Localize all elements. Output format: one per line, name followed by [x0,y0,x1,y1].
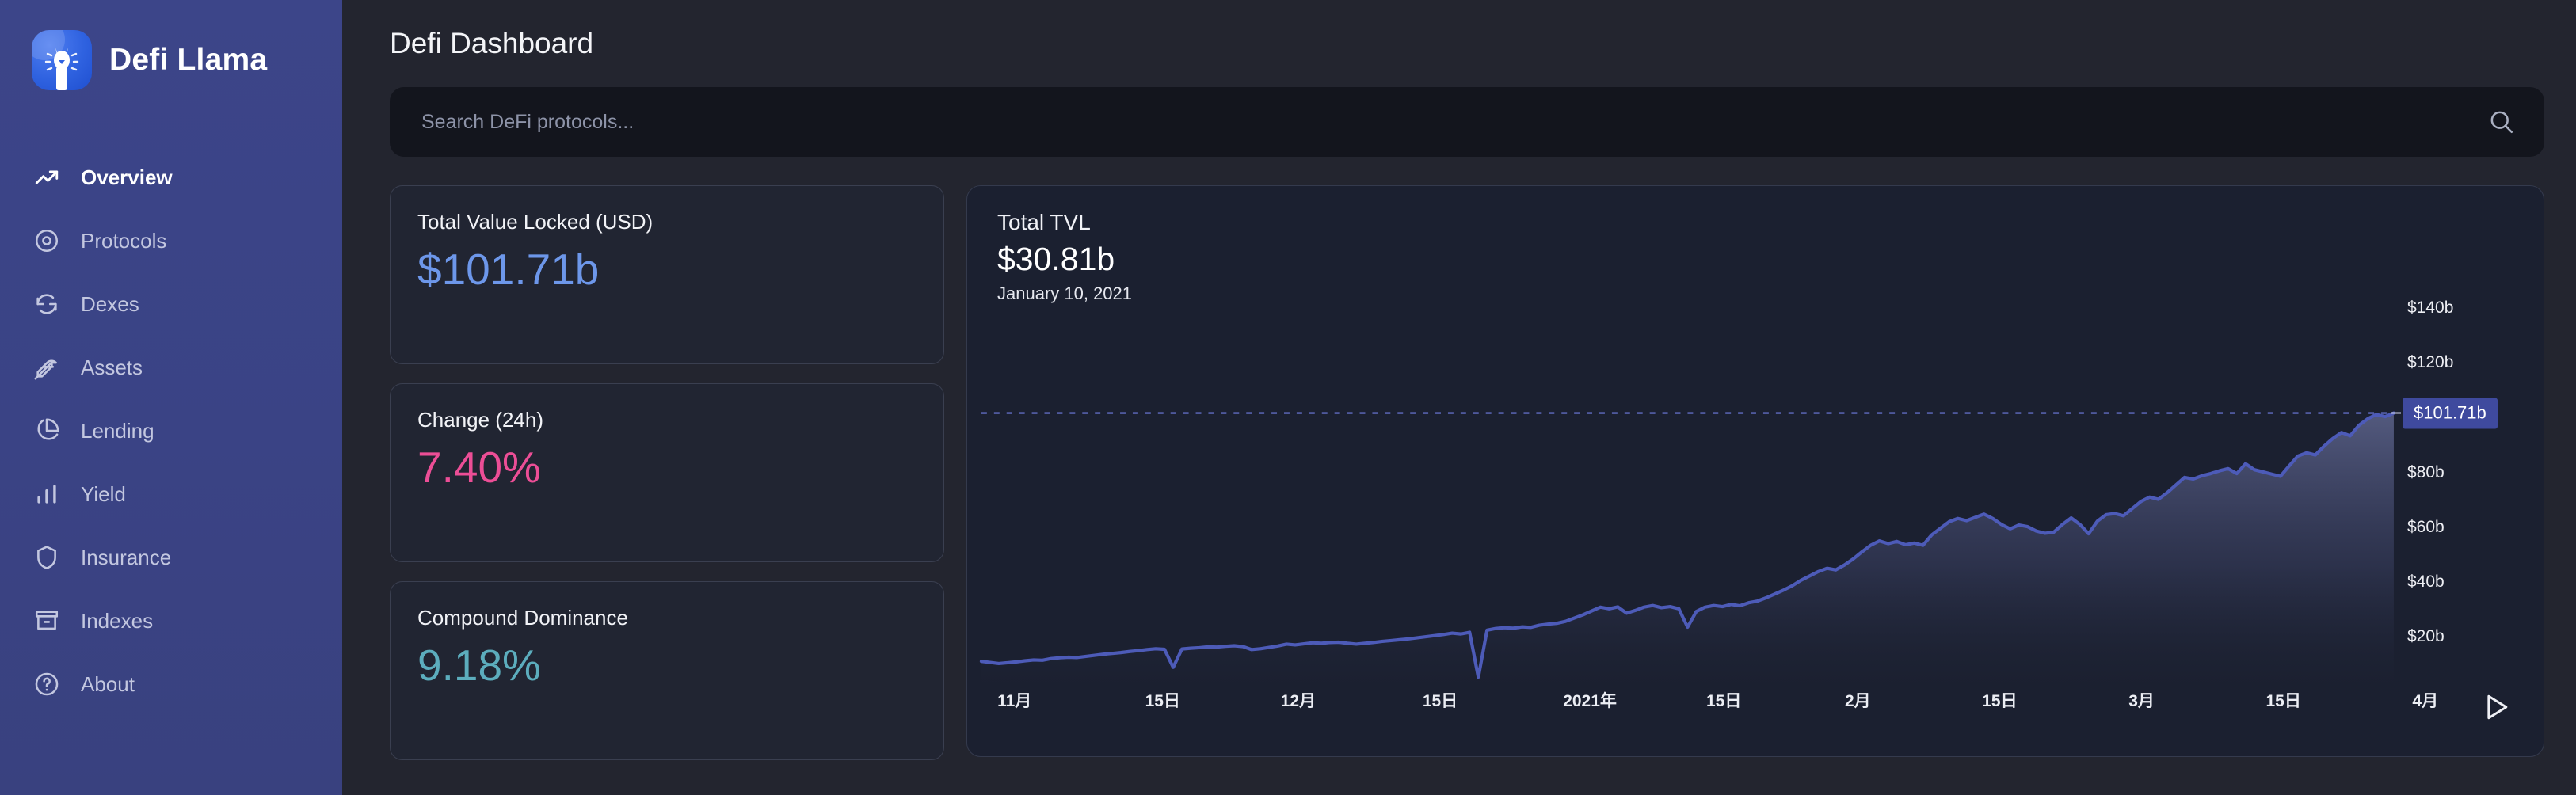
sidebar-item-insurance[interactable]: Insurance [0,526,342,589]
bar-chart-icon [33,481,60,508]
search-input[interactable] [421,111,2487,134]
stat-card-change-24h: Change (24h) 7.40% [390,383,944,562]
x-axis-tick: 12月 [1281,688,1316,712]
feather-icon [33,354,60,381]
x-axis-tick: 2021年 [1563,688,1617,712]
stat-label: Total Value Locked (USD) [417,210,916,234]
sidebar-item-label: Dexes [81,292,139,317]
chart-value: $30.81b [997,241,1132,278]
x-axis-tick: 15日 [1145,688,1180,712]
stat-value: 7.40% [417,443,916,493]
search-icon[interactable] [2487,108,2516,136]
stat-card-list: Total Value Locked (USD) $101.71b Change… [390,185,944,760]
sidebar-item-label: Assets [81,356,143,380]
chart-title: Total TVL [997,210,1132,235]
x-axis-tick: 15日 [2265,688,2300,712]
x-axis-tick: 15日 [1706,688,1741,712]
tvl-chart-panel: Total TVL $30.81b January 10, 2021 [966,185,2544,757]
help-circle-icon [33,671,60,698]
chart-plot-area[interactable] [967,186,2544,756]
sidebar: Defi Llama Overview Protocols Dexes [0,0,342,795]
sidebar-item-label: Insurance [81,546,171,570]
stat-label: Change (24h) [417,408,916,432]
play-icon[interactable] [2479,690,2513,725]
x-axis-tick: 11月 [997,688,1031,712]
stat-label: Compound Dominance [417,606,916,630]
sidebar-item-label: Overview [81,165,173,190]
brand-name: Defi Llama [109,43,267,78]
stat-card-compound-dominance: Compound Dominance 9.18% [390,581,944,760]
sidebar-item-label: Indexes [81,609,153,633]
sidebar-item-dexes[interactable]: Dexes [0,272,342,336]
stat-value: 9.18% [417,641,916,690]
sidebar-item-assets[interactable]: Assets [0,336,342,399]
sidebar-item-protocols[interactable]: Protocols [0,209,342,272]
chart-x-axis: 11月 15日 12月 15日 2021年 15日 2月 15日 3月 15日 4月 [967,688,2544,712]
archive-icon [33,607,60,634]
main-content: Defi Dashboard Total Value Locked (USD) … [342,0,2576,795]
chart-date: January 10, 2021 [997,283,1132,304]
app-root: Defi Llama Overview Protocols Dexes [0,0,2576,795]
x-axis-tick: 15日 [1982,688,2017,712]
pie-chart-icon [33,417,60,444]
sidebar-item-indexes[interactable]: Indexes [0,589,342,652]
x-axis-tick: 4月 [2412,688,2438,712]
sidebar-item-label: Protocols [81,229,166,253]
chart-header: Total TVL $30.81b January 10, 2021 [997,210,1132,304]
trending-up-icon [33,164,60,191]
x-axis-tick: 2月 [1845,688,1871,712]
page-title: Defi Dashboard [390,27,2544,60]
stat-card-total-value-locked: Total Value Locked (USD) $101.71b [390,185,944,364]
sidebar-item-label: Lending [81,419,154,443]
sidebar-item-lending[interactable]: Lending [0,399,342,462]
sidebar-item-about[interactable]: About [0,652,342,716]
refresh-icon [33,291,60,318]
sidebar-item-overview[interactable]: Overview [0,146,342,209]
x-axis-tick: 15日 [1423,688,1458,712]
sidebar-nav: Overview Protocols Dexes Assets [0,146,342,716]
sidebar-item-label: Yield [81,482,126,507]
x-axis-tick: 3月 [2128,688,2155,712]
search-bar[interactable] [390,87,2544,157]
stat-value: $101.71b [417,245,916,295]
dashboard-content: Total Value Locked (USD) $101.71b Change… [390,185,2544,760]
sidebar-item-yield[interactable]: Yield [0,462,342,526]
shield-icon [33,544,60,571]
sidebar-item-label: About [81,672,135,697]
brand[interactable]: Defi Llama [0,24,342,90]
target-icon [33,227,60,254]
llama-logo-icon [32,30,92,90]
